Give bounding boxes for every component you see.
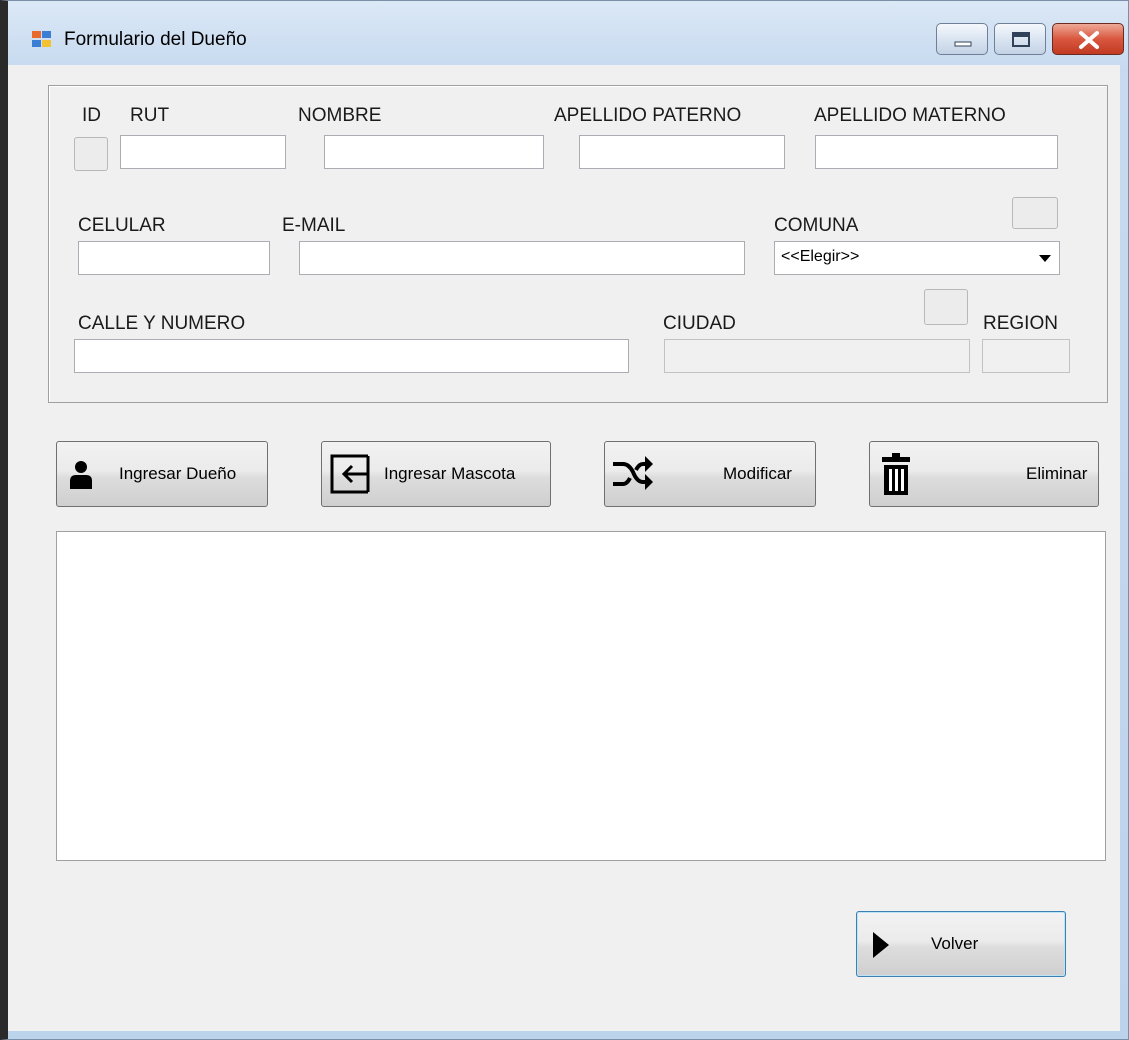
ingresar-mascota-label: Ingresar Mascota: [384, 464, 516, 483]
minimize-icon: [954, 41, 972, 47]
comuna-selected-value: <<Elegir>>: [781, 248, 860, 265]
id-field[interactable]: [74, 137, 108, 171]
apellido-paterno-label: APELLIDO PATERNO: [554, 105, 742, 126]
ingresar-mascota-button[interactable]: Ingresar Mascota: [321, 441, 551, 507]
owners-data-grid[interactable]: [56, 531, 1106, 861]
volver-label: Volver: [931, 934, 979, 953]
trash-icon: [882, 453, 910, 495]
calle-numero-label: CALLE Y NUMERO: [78, 313, 246, 334]
close-icon: [1079, 31, 1099, 49]
person-icon: [70, 461, 92, 489]
nombre-label: NOMBRE: [298, 105, 382, 126]
dropdown-arrow-icon: [1039, 255, 1051, 262]
nombre-field[interactable]: [324, 135, 544, 169]
title-bar[interactable]: Formulario del Dueño: [8, 1, 1128, 73]
form-app-icon: [32, 31, 51, 47]
ingresar-dueno-button[interactable]: Ingresar Dueño: [56, 441, 268, 507]
eliminar-button[interactable]: Eliminar: [869, 441, 1099, 507]
minimize-button[interactable]: [936, 23, 988, 55]
region-field: [982, 339, 1070, 373]
comuna-id-box: [1012, 197, 1058, 229]
region-label: REGION: [983, 313, 1058, 334]
ciudad-label: CIUDAD: [663, 313, 736, 334]
app-window: Formulario del Dueño ID RUT NOMBRE APELL…: [0, 0, 1129, 1040]
volver-button[interactable]: Volver: [856, 911, 1066, 977]
id-label: ID: [82, 105, 101, 126]
close-button[interactable]: [1052, 23, 1124, 55]
modificar-label: Modificar: [723, 464, 792, 483]
apellido-materno-field[interactable]: [815, 135, 1058, 169]
maximize-button[interactable]: [994, 23, 1046, 55]
comuna-label: COMUNA: [774, 215, 859, 236]
apellido-paterno-field[interactable]: [579, 135, 785, 169]
maximize-icon: [1012, 32, 1030, 47]
window-title: Formulario del Dueño: [64, 29, 247, 50]
form-client-area: ID RUT NOMBRE APELLIDO PATERNO APELLIDO …: [8, 65, 1120, 1031]
play-triangle-icon: [873, 932, 889, 958]
ciudad-field: [664, 339, 970, 373]
shuffle-icon: [613, 456, 653, 490]
email-label: E-MAIL: [282, 215, 346, 236]
celular-label: CELULAR: [78, 215, 166, 236]
email-field[interactable]: [299, 241, 745, 275]
region-id-box: [924, 289, 968, 325]
apellido-materno-label: APELLIDO MATERNO: [814, 105, 1006, 126]
ingresar-dueno-label: Ingresar Dueño: [119, 464, 237, 483]
sign-in-icon: [330, 454, 370, 494]
modificar-button[interactable]: Modificar: [604, 441, 816, 507]
calle-numero-field[interactable]: [74, 339, 629, 373]
eliminar-label: Eliminar: [1026, 464, 1088, 483]
rut-field[interactable]: [120, 135, 286, 169]
rut-label: RUT: [130, 105, 170, 126]
comuna-dropdown[interactable]: <<Elegir>>: [774, 241, 1060, 275]
celular-field[interactable]: [78, 241, 270, 275]
